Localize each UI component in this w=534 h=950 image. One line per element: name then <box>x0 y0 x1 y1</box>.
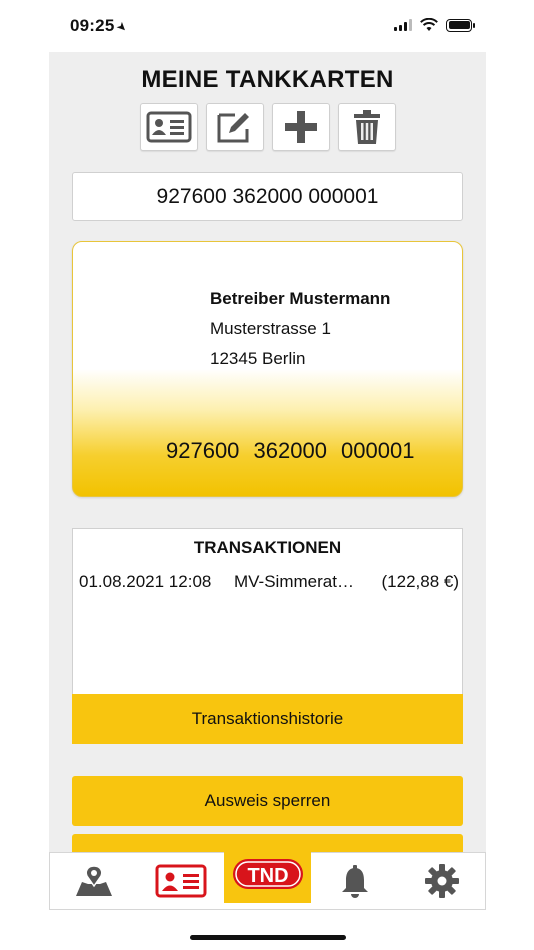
card-number-selector[interactable]: 927600 362000 000001 <box>72 172 463 221</box>
signal-icon <box>394 19 412 31</box>
transaction-date: 01.08.2021 12:08 <box>79 572 212 591</box>
tab-cards[interactable] <box>137 853 224 909</box>
tab-notifications[interactable] <box>311 853 398 909</box>
trash-icon <box>354 110 380 144</box>
wifi-icon <box>420 18 438 31</box>
id-card-icon <box>146 111 192 143</box>
map-icon <box>75 865 112 896</box>
bell-icon <box>341 865 368 898</box>
transaction-amount: (122,88 €) <box>381 572 460 591</box>
delete-card-button[interactable] <box>338 103 396 151</box>
transactions-title: TRANSAKTIONEN <box>193 538 342 557</box>
main-panel: MEINE TANKKARTEN 927600 362000 000001 Be… <box>49 52 486 862</box>
card-number: 927600 362000 000001 <box>166 438 415 463</box>
show-card-button[interactable] <box>140 103 198 151</box>
battery-icon <box>446 18 475 32</box>
edit-icon <box>217 113 249 143</box>
transaction-description: MV-Simmerat… <box>234 572 354 591</box>
card-street: Musterstrasse 1 <box>210 319 331 338</box>
gear-icon <box>424 864 459 898</box>
tnd-logo-text: TND <box>247 865 288 887</box>
home-indicator[interactable] <box>190 935 346 940</box>
tab-map[interactable] <box>50 853 137 909</box>
fuel-card: Betreiber Mustermann Musterstrasse 1 123… <box>72 241 463 497</box>
transaction-row[interactable]: 01.08.2021 12:08 MV-Simmerat… (122,88 €) <box>79 572 459 592</box>
tab-bar: TND <box>49 845 486 910</box>
page-title: MEINE TANKKARTEN <box>141 66 394 93</box>
status-icons <box>394 18 475 32</box>
transactions-box: TRANSAKTIONEN 01.08.2021 12:08 MV-Simmer… <box>72 528 463 744</box>
location-arrow-icon: ➤ <box>114 18 132 36</box>
tnd-logo: TND <box>232 859 303 889</box>
card-city: 12345 Berlin <box>210 349 306 368</box>
status-time: 09:25➤ <box>70 16 132 36</box>
add-card-button[interactable] <box>272 103 330 151</box>
tab-tnd[interactable]: TND <box>224 845 311 903</box>
card-toolbar <box>140 103 396 151</box>
block-card-button[interactable]: Ausweis sperren <box>72 776 463 826</box>
edit-card-button[interactable] <box>206 103 264 151</box>
id-card-icon <box>155 864 206 898</box>
card-holder-name: Betreiber Mustermann <box>210 289 391 308</box>
tab-settings[interactable] <box>398 853 485 909</box>
transaction-history-button[interactable]: Transaktionshistorie <box>72 694 463 744</box>
plus-icon <box>285 111 317 143</box>
status-time-text: 09:25 <box>70 16 115 35</box>
status-bar: 09:25➤ <box>0 0 534 52</box>
